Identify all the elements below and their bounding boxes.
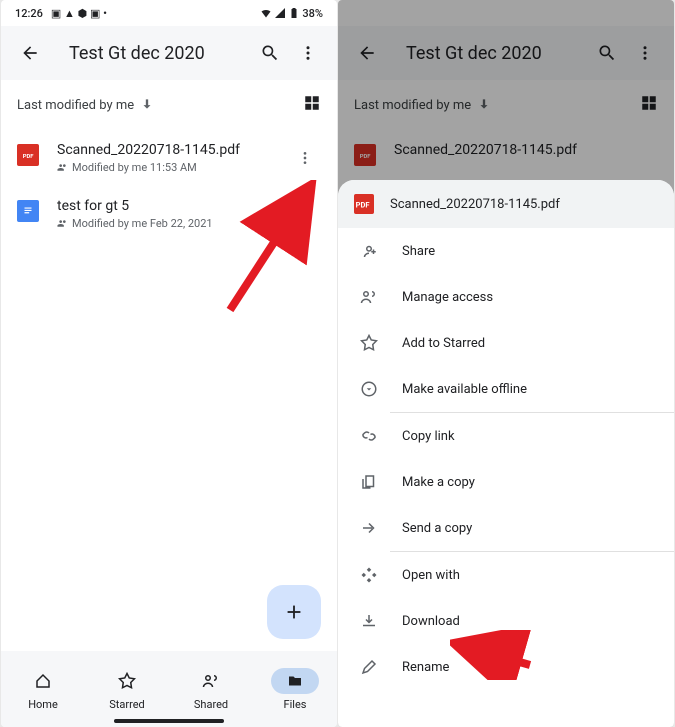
sort-bar[interactable]: Last modified by me <box>1 80 337 130</box>
phone-left: 12:26 ▣ ▲ ⬢ ▣ • 38% Test Gt dec 2020 Las… <box>1 0 337 727</box>
nav-starred[interactable]: Starred <box>85 651 169 727</box>
pencil-icon <box>358 658 380 676</box>
menu-copy-link[interactable]: Copy link <box>338 413 674 459</box>
search-button[interactable] <box>251 34 289 72</box>
more-vert-icon <box>299 44 317 62</box>
bottom-nav: Home Starred Shared Files <box>1 651 337 727</box>
shared-icon <box>57 218 68 229</box>
battery-pct: 38% <box>302 7 323 20</box>
doc-icon <box>17 200 39 222</box>
link-icon <box>358 427 380 445</box>
plus-icon <box>283 601 305 623</box>
sort-arrow-icon <box>140 96 154 115</box>
new-fab[interactable] <box>267 585 321 639</box>
star-icon <box>118 672 136 690</box>
phone-right: 12:26 ▣ ▲ ⬢ ▣ • 39% Test Gt dec 2020 Las… <box>338 0 674 727</box>
pdf-icon: PDF <box>354 194 374 214</box>
pdf-icon: PDF <box>17 144 39 166</box>
sheet-title: Scanned_20220718-1145.pdf <box>390 197 560 212</box>
file-row-doc[interactable]: test for gt 5 Modified by me Feb 22, 202… <box>1 186 337 242</box>
signal-icon <box>274 7 286 19</box>
wifi-icon <box>260 7 272 19</box>
menu-rename[interactable]: Rename <box>338 644 674 690</box>
file-row-pdf[interactable]: PDF Scanned_20220718-1145.pdf Modified b… <box>1 130 337 186</box>
sort-label: Last modified by me <box>17 98 134 113</box>
grid-view-button[interactable] <box>303 94 321 116</box>
back-button[interactable] <box>11 34 49 72</box>
battery-icon <box>288 7 300 19</box>
menu-manage-access[interactable]: Manage access <box>338 274 674 320</box>
file-meta: Modified by me 11:53 AM <box>57 161 289 174</box>
search-icon <box>260 43 280 63</box>
grid-icon <box>303 94 321 112</box>
people-icon <box>202 672 220 690</box>
offline-icon <box>358 380 380 398</box>
people-icon <box>358 288 380 306</box>
menu-send-copy[interactable]: Send a copy <box>338 505 674 551</box>
svg-text:PDF: PDF <box>23 154 35 160</box>
folder-title: Test Gt dec 2020 <box>69 43 251 64</box>
file-more-button[interactable] <box>289 142 321 174</box>
status-icons: ▣ ▲ ⬢ ▣ • <box>51 7 107 20</box>
overflow-button[interactable] <box>289 34 327 72</box>
nav-files[interactable]: Files <box>253 651 337 727</box>
shared-icon <box>57 162 68 173</box>
menu-offline[interactable]: Make available offline <box>338 366 674 412</box>
folder-icon <box>286 672 304 690</box>
status-bar: 12:26 ▣ ▲ ⬢ ▣ • 38% <box>1 0 337 26</box>
download-icon <box>358 612 380 630</box>
apps-icon <box>358 566 380 584</box>
home-icon <box>34 672 52 690</box>
more-vert-icon <box>297 206 313 222</box>
app-bar: Test Gt dec 2020 <box>1 26 337 80</box>
status-time: 12:26 <box>15 7 43 20</box>
file-name: test for gt 5 <box>57 198 289 214</box>
menu-make-copy[interactable]: Make a copy <box>338 459 674 505</box>
star-icon <box>358 334 380 352</box>
more-vert-icon <box>297 150 313 166</box>
file-more-button[interactable] <box>289 198 321 230</box>
gesture-bar <box>114 719 224 723</box>
share-icon <box>358 242 380 260</box>
nav-home[interactable]: Home <box>1 651 85 727</box>
menu-download[interactable]: Download <box>338 598 674 644</box>
nav-shared[interactable]: Shared <box>169 651 253 727</box>
menu-add-starred[interactable]: Add to Starred <box>338 320 674 366</box>
back-icon <box>20 43 40 63</box>
file-meta: Modified by me Feb 22, 2021 <box>57 217 289 230</box>
sheet-header: PDF Scanned_20220718-1145.pdf <box>338 180 674 228</box>
bottom-sheet: PDF Scanned_20220718-1145.pdf Share Mana… <box>338 180 674 727</box>
copy-icon <box>358 473 380 491</box>
file-name: Scanned_20220718-1145.pdf <box>57 142 289 158</box>
menu-share[interactable]: Share <box>338 228 674 274</box>
svg-text:PDF: PDF <box>356 200 370 209</box>
send-icon <box>358 519 380 537</box>
menu-open-with[interactable]: Open with <box>338 552 674 598</box>
